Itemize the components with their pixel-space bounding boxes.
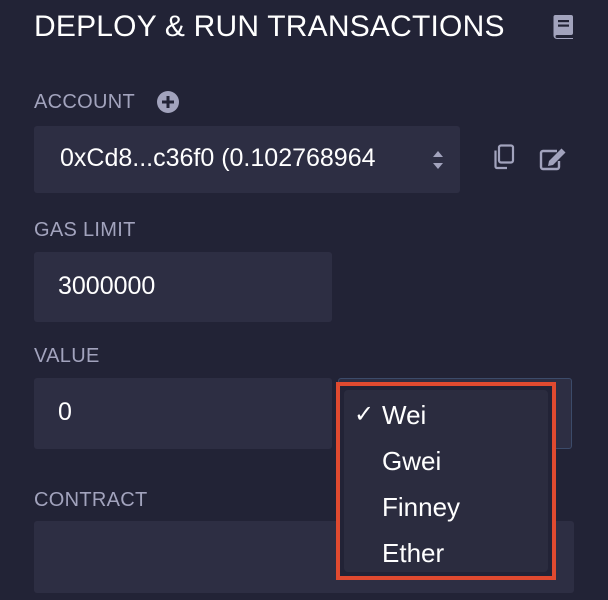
account-selected-value: 0xCd8...c36f0 (0.102768964 [60,144,376,172]
page-title: DEPLOY & RUN TRANSACTIONS [34,10,505,43]
plus-circle-icon[interactable] [156,90,180,114]
unit-option-finney[interactable]: Finney [344,488,548,532]
unit-option-wei[interactable]: ✓ Wei [344,396,548,440]
copy-icon[interactable] [492,144,516,170]
book-icon[interactable] [551,14,575,40]
account-label: ACCOUNT [34,91,135,113]
edit-icon[interactable] [539,147,567,171]
unit-dropdown-list: ✓ Wei Gwei Finney Ether [344,390,548,572]
unit-dropdown-menu: ✓ Wei Gwei Finney Ether [336,382,556,580]
account-select[interactable]: 0xCd8...c36f0 (0.102768964 [34,126,460,193]
gas-limit-label: GAS LIMIT [34,219,136,241]
unit-option-gwei[interactable]: Gwei [344,442,548,486]
value-label: VALUE [34,345,100,367]
contract-label: CONTRACT [34,489,148,511]
gas-limit-input[interactable]: 3000000 [34,252,332,322]
select-arrows-icon [433,151,443,169]
value-input[interactable]: 0 [34,378,332,449]
deploy-run-panel: DEPLOY & RUN TRANSACTIONS ACCOUNT 0xCd8.… [0,0,608,600]
unit-option-ether[interactable]: Ether [344,534,548,578]
checkmark-icon: ✓ [354,401,375,428]
